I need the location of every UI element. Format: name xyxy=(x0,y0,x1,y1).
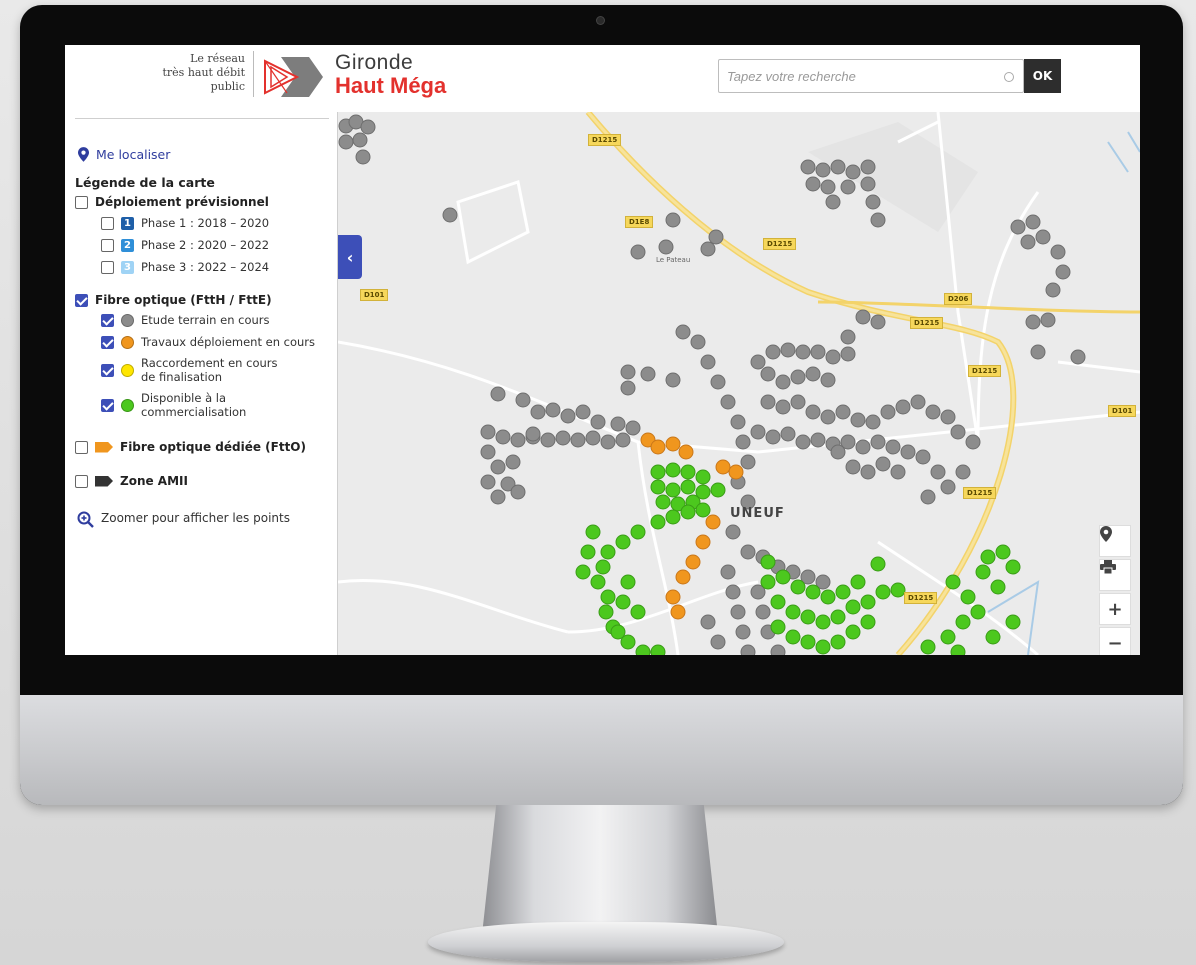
checkbox-travaux[interactable] xyxy=(101,335,114,349)
tagline: Le réseau très haut débit public xyxy=(125,52,245,94)
legend-deployment[interactable]: Déploiement prévisionnel xyxy=(75,195,269,209)
orange-tag-icon xyxy=(95,441,113,453)
checkbox-raccordement[interactable] xyxy=(101,363,114,377)
search-input[interactable] xyxy=(718,59,1024,93)
zoom-in-button[interactable]: + xyxy=(1099,593,1131,625)
minus-icon: − xyxy=(1107,632,1123,654)
legend-fibre-label: Fibre optique (FttH / FttE) xyxy=(95,293,272,307)
search-ok-button[interactable]: OK xyxy=(1024,59,1061,93)
gironde-logo-icon[interactable] xyxy=(263,53,325,101)
map-canvas[interactable] xyxy=(338,112,1140,655)
header: Le réseau très haut débit public Gironde… xyxy=(65,45,1140,112)
monitor-chin xyxy=(20,695,1183,805)
checkbox-phase-1[interactable] xyxy=(101,216,114,230)
legend-item-label: Disponible à la commercialisation xyxy=(141,391,247,419)
legend-phase-2[interactable]: 2 Phase 2 : 2020 – 2022 xyxy=(101,238,269,252)
checkbox-phase-2[interactable] xyxy=(101,238,114,252)
road-label: D101 xyxy=(1108,405,1137,417)
legend-phase-1[interactable]: 1 Phase 1 : 2018 – 2020 xyxy=(101,216,269,230)
town-label: UNEUF xyxy=(730,506,785,521)
checkbox-ftto[interactable] xyxy=(75,440,88,454)
monitor-frame: Le réseau très haut débit public Gironde… xyxy=(20,5,1183,805)
zoom-hint-label: Zoomer pour afficher les points xyxy=(101,511,290,525)
location-pin-icon xyxy=(78,147,89,162)
road-label: D1215 xyxy=(904,592,938,604)
legend-ftto-label: Fibre optique dédiée (FttO) xyxy=(120,440,306,454)
road-label: D1215 xyxy=(968,365,1002,377)
sidebar: Me localiser Légende de la carte Déploie… xyxy=(65,112,338,655)
legend-fibre-travaux[interactable]: Travaux déploiement en cours xyxy=(101,335,315,349)
road-label: D1E8 xyxy=(625,216,654,228)
legend-amii-label: Zone AMII xyxy=(120,474,188,488)
legend-fibre-etude[interactable]: Etude terrain en cours xyxy=(101,313,270,327)
checkbox-disponible[interactable] xyxy=(101,398,114,412)
legend-amii[interactable]: Zone AMII xyxy=(75,474,188,488)
brand-name: Gironde xyxy=(335,51,414,74)
phase-label: Phase 3 : 2022 – 2024 xyxy=(141,260,270,274)
legend-fibre[interactable]: Fibre optique (FttH / FttE) xyxy=(75,293,272,307)
loading-spinner-icon xyxy=(1004,72,1014,82)
road-label: D1215 xyxy=(588,134,622,146)
phase-badge: 3 xyxy=(121,260,134,274)
phase-badge: 2 xyxy=(121,238,134,252)
locate-map-button[interactable] xyxy=(1099,525,1131,557)
print-icon xyxy=(1100,560,1116,574)
map-pin-icon xyxy=(1100,526,1112,542)
brand-divider xyxy=(253,51,254,97)
camera-dot xyxy=(597,17,604,24)
monitor-base xyxy=(428,922,784,962)
tagline-line: Le réseau xyxy=(190,52,245,65)
checkbox-fibre[interactable] xyxy=(75,293,88,307)
legend-fibre-raccordement[interactable]: Raccordement en cours de finalisation xyxy=(101,356,331,384)
dark-tag-icon xyxy=(95,475,113,487)
place-label: Le Pateau xyxy=(656,256,691,264)
map-view[interactable]: D1215 D1E8 D1215 D101 D206 D1215 D1215 D… xyxy=(338,112,1140,655)
legend-phase-3[interactable]: 3 Phase 3 : 2022 – 2024 xyxy=(101,260,269,274)
legend-title: Légende de la carte xyxy=(75,175,215,190)
green-dot-icon xyxy=(121,398,134,412)
road-label: D1215 xyxy=(763,238,797,250)
legend-item-label: Travaux déploiement en cours xyxy=(141,335,316,349)
zoom-hint: Zoomer pour afficher les points xyxy=(77,511,327,529)
checkbox-phase-3[interactable] xyxy=(101,260,114,274)
zoom-magnifier-icon xyxy=(77,511,94,528)
brand-subname: Haut Méga xyxy=(335,73,447,98)
road-label: D1215 xyxy=(910,317,944,329)
zoom-out-button[interactable]: − xyxy=(1099,627,1131,655)
monitor-stand xyxy=(482,805,718,935)
tagline-line: public xyxy=(210,80,245,93)
checkbox-etude[interactable] xyxy=(101,313,114,327)
checkbox-deployment[interactable] xyxy=(75,195,88,209)
legend-item-label: Etude terrain en cours xyxy=(141,313,270,327)
road-label: D101 xyxy=(360,289,389,301)
screen: Le réseau très haut débit public Gironde… xyxy=(65,45,1140,655)
orange-dot-icon xyxy=(121,335,134,349)
checkbox-amii[interactable] xyxy=(75,474,88,488)
road-label: D1215 xyxy=(963,487,997,499)
print-button[interactable] xyxy=(1099,559,1131,591)
legend-ftto[interactable]: Fibre optique dédiée (FttO) xyxy=(75,440,306,454)
locate-label: Me localiser xyxy=(96,147,171,162)
divider xyxy=(75,118,329,119)
locate-me-link[interactable]: Me localiser xyxy=(78,147,170,162)
plus-icon: + xyxy=(1107,598,1123,620)
collapse-sidebar-button[interactable]: ‹ xyxy=(338,235,362,279)
phase-label: Phase 2 : 2020 – 2022 xyxy=(141,238,270,252)
chevron-left-icon: ‹ xyxy=(346,247,354,267)
phase-badge: 1 xyxy=(121,216,134,230)
road-label: D206 xyxy=(944,293,973,305)
phase-label: Phase 1 : 2018 – 2020 xyxy=(141,216,270,230)
gray-dot-icon xyxy=(121,313,134,327)
yellow-dot-icon xyxy=(121,363,134,377)
legend-deployment-label: Déploiement prévisionnel xyxy=(95,195,269,209)
legend-item-label: Raccordement en cours de finalisation xyxy=(141,356,278,384)
tagline-line: très haut débit xyxy=(162,66,245,79)
legend-fibre-disponible[interactable]: Disponible à la commercialisation xyxy=(101,391,331,419)
